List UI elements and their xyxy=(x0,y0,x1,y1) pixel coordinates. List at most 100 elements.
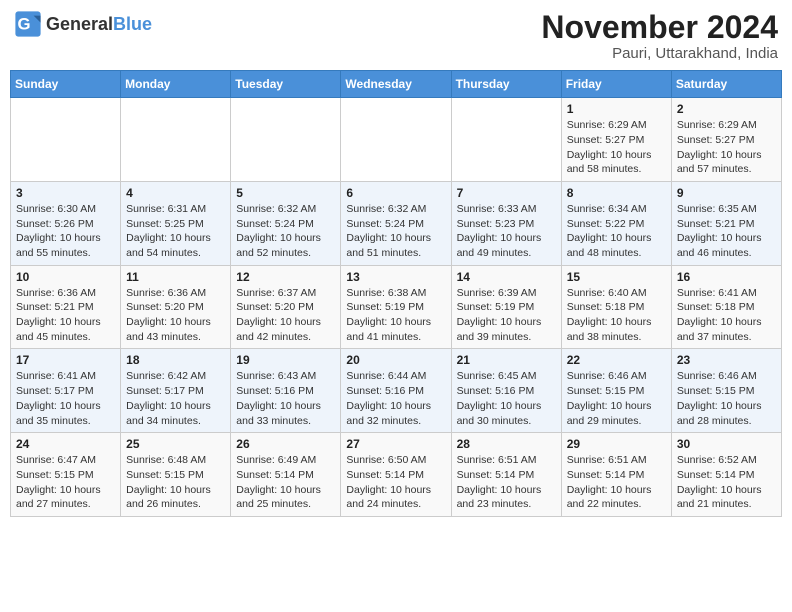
logo-icon: G xyxy=(14,10,42,38)
calendar-cell: 29 Sunrise: 6:51 AM Sunset: 5:14 PM Dayli… xyxy=(561,433,671,517)
calendar-cell: 2 Sunrise: 6:29 AM Sunset: 5:27 PM Daylig… xyxy=(671,98,781,182)
calendar-cell: 10 Sunrise: 6:36 AM Sunset: 5:21 PM Dayli… xyxy=(11,265,121,349)
day-number: 11 xyxy=(126,270,225,284)
day-number: 20 xyxy=(346,353,445,367)
day-number: 26 xyxy=(236,437,335,451)
day-info: Sunrise: 6:46 AM Sunset: 5:15 PM Dayligh… xyxy=(567,369,666,428)
calendar-week-row: 3Sunrise: 6:30 AM Sunset: 5:26 PM Daylig… xyxy=(11,181,782,265)
day-number: 30 xyxy=(677,437,776,451)
calendar-cell: 28Sunrise: 6:51 AM Sunset: 5:14 PM Dayli… xyxy=(451,433,561,517)
day-number: 29 xyxy=(567,437,666,451)
day-number: 10 xyxy=(16,270,115,284)
day-number: 23 xyxy=(677,353,776,367)
calendar-cell xyxy=(451,98,561,182)
calendar-cell xyxy=(11,98,121,182)
day-number: 15 xyxy=(567,270,666,284)
calendar-day-header: Tuesday xyxy=(231,71,341,98)
calendar-cell: 8 Sunrise: 6:34 AM Sunset: 5:22 PM Daylig… xyxy=(561,181,671,265)
page-title: November 2024 xyxy=(541,10,778,45)
day-number: 17 xyxy=(16,353,115,367)
calendar-day-header: Friday xyxy=(561,71,671,98)
calendar-cell: 9 Sunrise: 6:35 AM Sunset: 5:21 PM Daylig… xyxy=(671,181,781,265)
calendar-week-row: 1 Sunrise: 6:29 AM Sunset: 5:27 PM Daylig… xyxy=(11,98,782,182)
day-number: 1 xyxy=(567,102,666,116)
calendar-cell: 1 Sunrise: 6:29 AM Sunset: 5:27 PM Daylig… xyxy=(561,98,671,182)
calendar-cell: 16Sunrise: 6:41 AM Sunset: 5:18 PM Dayli… xyxy=(671,265,781,349)
calendar-week-row: 24 Sunrise: 6:47 AM Sunset: 5:15 PM Dayli… xyxy=(11,433,782,517)
header: G GeneralBlue November 2024 Pauri, Uttar… xyxy=(10,10,782,62)
day-number: 18 xyxy=(126,353,225,367)
svg-text:G: G xyxy=(18,15,31,34)
day-info: Sunrise: 6:37 AM Sunset: 5:20 PM Dayligh… xyxy=(236,286,335,345)
day-info: Sunrise: 6:33 AM Sunset: 5:23 PM Dayligh… xyxy=(457,202,556,261)
calendar-cell: 5 Sunrise: 6:32 AM Sunset: 5:24 PM Daylig… xyxy=(231,181,341,265)
calendar-cell: 23Sunrise: 6:46 AM Sunset: 5:15 PM Dayli… xyxy=(671,349,781,433)
day-info: Sunrise: 6:29 AM Sunset: 5:27 PM Dayligh… xyxy=(677,118,776,177)
calendar-cell: 27 Sunrise: 6:50 AM Sunset: 5:14 PM Dayli… xyxy=(341,433,451,517)
day-number: 13 xyxy=(346,270,445,284)
calendar-cell: 26 Sunrise: 6:49 AM Sunset: 5:14 PM Dayli… xyxy=(231,433,341,517)
calendar-cell: 21Sunrise: 6:45 AM Sunset: 5:16 PM Dayli… xyxy=(451,349,561,433)
calendar-cell: 19Sunrise: 6:43 AM Sunset: 5:16 PM Dayli… xyxy=(231,349,341,433)
day-info: Sunrise: 6:35 AM Sunset: 5:21 PM Dayligh… xyxy=(677,202,776,261)
day-info: Sunrise: 6:34 AM Sunset: 5:22 PM Dayligh… xyxy=(567,202,666,261)
day-info: Sunrise: 6:36 AM Sunset: 5:21 PM Dayligh… xyxy=(16,286,115,345)
day-number: 5 xyxy=(236,186,335,200)
day-info: Sunrise: 6:32 AM Sunset: 5:24 PM Dayligh… xyxy=(346,202,445,261)
day-number: 6 xyxy=(346,186,445,200)
calendar-cell: 25 Sunrise: 6:48 AM Sunset: 5:15 PM Dayli… xyxy=(121,433,231,517)
day-number: 2 xyxy=(677,102,776,116)
logo-text: GeneralBlue xyxy=(46,14,152,35)
calendar-cell xyxy=(231,98,341,182)
day-info: Sunrise: 6:41 AM Sunset: 5:17 PM Dayligh… xyxy=(16,369,115,428)
calendar-cell xyxy=(341,98,451,182)
calendar-cell: 13 Sunrise: 6:38 AM Sunset: 5:19 PM Dayli… xyxy=(341,265,451,349)
day-number: 27 xyxy=(346,437,445,451)
calendar-cell: 11Sunrise: 6:36 AM Sunset: 5:20 PM Dayli… xyxy=(121,265,231,349)
calendar-cell: 30Sunrise: 6:52 AM Sunset: 5:14 PM Dayli… xyxy=(671,433,781,517)
day-number: 4 xyxy=(126,186,225,200)
day-number: 19 xyxy=(236,353,335,367)
calendar-day-header: Saturday xyxy=(671,71,781,98)
logo: G GeneralBlue xyxy=(14,10,152,38)
calendar-day-header: Thursday xyxy=(451,71,561,98)
day-number: 9 xyxy=(677,186,776,200)
day-info: Sunrise: 6:48 AM Sunset: 5:15 PM Dayligh… xyxy=(126,453,225,512)
calendar-cell: 20Sunrise: 6:44 AM Sunset: 5:16 PM Dayli… xyxy=(341,349,451,433)
day-number: 7 xyxy=(457,186,556,200)
day-info: Sunrise: 6:29 AM Sunset: 5:27 PM Dayligh… xyxy=(567,118,666,177)
day-info: Sunrise: 6:42 AM Sunset: 5:17 PM Dayligh… xyxy=(126,369,225,428)
day-number: 8 xyxy=(567,186,666,200)
calendar-cell: 7 Sunrise: 6:33 AM Sunset: 5:23 PM Daylig… xyxy=(451,181,561,265)
day-info: Sunrise: 6:38 AM Sunset: 5:19 PM Dayligh… xyxy=(346,286,445,345)
calendar-cell xyxy=(121,98,231,182)
day-info: Sunrise: 6:41 AM Sunset: 5:18 PM Dayligh… xyxy=(677,286,776,345)
calendar-day-header: Sunday xyxy=(11,71,121,98)
calendar-cell: 22Sunrise: 6:46 AM Sunset: 5:15 PM Dayli… xyxy=(561,349,671,433)
day-info: Sunrise: 6:45 AM Sunset: 5:16 PM Dayligh… xyxy=(457,369,556,428)
day-number: 12 xyxy=(236,270,335,284)
day-info: Sunrise: 6:50 AM Sunset: 5:14 PM Dayligh… xyxy=(346,453,445,512)
day-number: 3 xyxy=(16,186,115,200)
calendar-cell: 15 Sunrise: 6:40 AM Sunset: 5:18 PM Dayli… xyxy=(561,265,671,349)
page-subtitle: Pauri, Uttarakhand, India xyxy=(541,45,778,62)
day-number: 25 xyxy=(126,437,225,451)
calendar-cell: 17 Sunrise: 6:41 AM Sunset: 5:17 PM Dayli… xyxy=(11,349,121,433)
calendar-cell: 24 Sunrise: 6:47 AM Sunset: 5:15 PM Dayli… xyxy=(11,433,121,517)
title-area: November 2024 Pauri, Uttarakhand, India xyxy=(541,10,778,62)
day-number: 24 xyxy=(16,437,115,451)
day-info: Sunrise: 6:40 AM Sunset: 5:18 PM Dayligh… xyxy=(567,286,666,345)
day-info: Sunrise: 6:49 AM Sunset: 5:14 PM Dayligh… xyxy=(236,453,335,512)
day-info: Sunrise: 6:31 AM Sunset: 5:25 PM Dayligh… xyxy=(126,202,225,261)
calendar-header-row: SundayMondayTuesdayWednesdayThursdayFrid… xyxy=(11,71,782,98)
calendar-cell: 12 Sunrise: 6:37 AM Sunset: 5:20 PM Dayli… xyxy=(231,265,341,349)
calendar-week-row: 10 Sunrise: 6:36 AM Sunset: 5:21 PM Dayli… xyxy=(11,265,782,349)
calendar-cell: 3Sunrise: 6:30 AM Sunset: 5:26 PM Daylig… xyxy=(11,181,121,265)
calendar-cell: 4 Sunrise: 6:31 AM Sunset: 5:25 PM Daylig… xyxy=(121,181,231,265)
day-info: Sunrise: 6:47 AM Sunset: 5:15 PM Dayligh… xyxy=(16,453,115,512)
day-info: Sunrise: 6:32 AM Sunset: 5:24 PM Dayligh… xyxy=(236,202,335,261)
day-info: Sunrise: 6:51 AM Sunset: 5:14 PM Dayligh… xyxy=(567,453,666,512)
day-info: Sunrise: 6:39 AM Sunset: 5:19 PM Dayligh… xyxy=(457,286,556,345)
calendar-cell: 18 Sunrise: 6:42 AM Sunset: 5:17 PM Dayli… xyxy=(121,349,231,433)
calendar-week-row: 17 Sunrise: 6:41 AM Sunset: 5:17 PM Dayli… xyxy=(11,349,782,433)
